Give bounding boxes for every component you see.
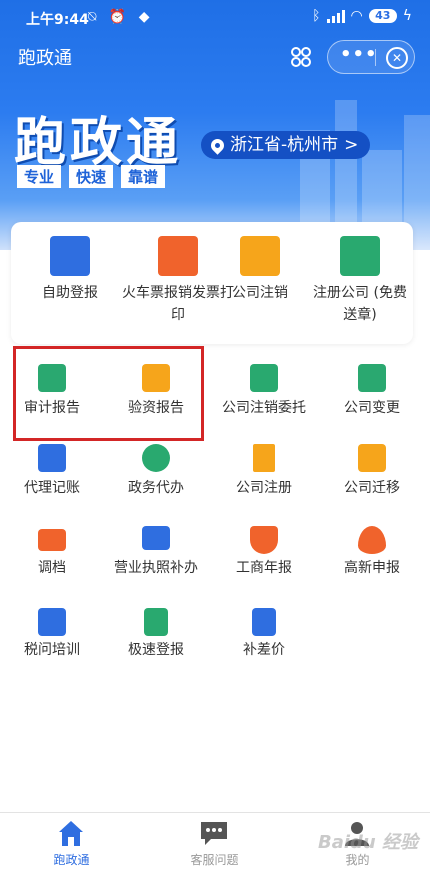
shield-icon [250,526,278,554]
service-tax-training[interactable]: 税问培训 [0,608,104,668]
service-high-tech-declaration[interactable]: 高新申报 [320,526,424,586]
capsule-divider [375,49,376,66]
service-company-migration[interactable]: 公司迁移 [320,444,424,504]
service-cancel-entrust[interactable]: 公司注销委托 [208,364,320,424]
service-annual-report[interactable]: 工商年报 [208,526,320,586]
train-icon [158,236,198,276]
chat-icon [201,822,227,845]
tab-customer-service[interactable]: 客服问题 [143,813,286,871]
service-company-registration[interactable]: 公司注册 [208,444,320,504]
mini-program-capsule: ••• ✕ [327,40,415,74]
service-price-difference[interactable]: 补差价 [208,608,320,668]
nav-bar: 跑政通 ••• ✕ [0,36,430,80]
brand-tag: 靠谱 [121,165,166,188]
location-selector[interactable]: 浙江省-杭州市 > [201,131,371,159]
chevron-right-icon: > [344,135,359,155]
newspaper-icon [50,236,90,276]
flame-icon [358,526,386,554]
briefcase-move-icon [358,444,386,472]
status-notification-icons: ⍉ ⏰ ◆ [88,9,154,25]
charging-icon: ϟ [402,8,412,24]
service-label: 政务代办 [128,480,184,496]
service-label: 调档 [38,560,66,576]
service-label: 营业执照补办 [114,560,198,576]
status-bar: 上午9:44 ⍉ ⏰ ◆ ᛒ ◠ 43 ϟ [0,0,430,36]
briefcase-clock-icon [240,236,280,276]
bluetooth-icon: ᛒ [312,8,321,24]
briefcase-icon [340,236,380,276]
home-icon [59,821,83,846]
service-label: 高新申报 [344,560,400,576]
close-button[interactable]: ✕ [386,47,408,69]
layers-icon [38,608,66,636]
location-pin-icon [208,135,227,155]
service-label: 公司注销委托 [222,400,306,416]
bookkeeping-icon [38,444,66,472]
page-title: 跑政通 [18,48,72,69]
tab-home[interactable]: 跑政通 [0,813,143,871]
signal-icon [326,9,345,23]
highlight-box [13,346,204,441]
service-self-newspaper[interactable]: 自助登报 [20,236,120,336]
wifi-icon: ◠ [350,8,363,24]
license-icon [142,526,170,550]
service-file-transfer[interactable]: 调档 [0,526,104,586]
change-icon [358,364,386,392]
tab-label: 客服问题 [190,853,239,867]
service-government-agency[interactable]: 政务代办 [104,444,208,504]
document-icon [144,608,168,636]
battery-icon: 43 [368,9,397,23]
scan-icon[interactable] [288,45,314,71]
service-company-register-free-seal[interactable]: 注册公司 (免费送章) [310,236,410,336]
service-company-cancel[interactable]: 公司注销 [210,236,310,336]
service-bookkeeping[interactable]: 代理记账 [0,444,104,504]
service-label: 公司迁移 [344,480,400,496]
service-license-reissue[interactable]: 营业执照补办 [104,526,208,586]
header-banner: 上午9:44 ⍉ ⏰ ◆ ᛒ ◠ 43 ϟ 跑政通 ••• ✕ 跑政通 专业 快… [0,0,430,250]
briefcase-clock-icon [250,364,278,392]
more-button[interactable]: ••• [340,44,377,65]
service-label: 公司注销 [232,285,288,301]
service-fast-newspaper[interactable]: 极速登报 [104,608,208,668]
status-time: 上午9:44 [26,12,89,28]
brand-tags: 专业 快速 靠谱 [17,165,166,188]
service-label: 公司变更 [344,400,400,416]
watermark: Baidu 经验 [318,832,419,853]
service-company-change[interactable]: 公司变更 [320,364,424,424]
building-icon [253,444,275,472]
service-label: 注册公司 (免费送章) [313,285,407,323]
service-label: 工商年报 [236,560,292,576]
location-label: 浙江省-杭州市 [230,135,339,155]
tab-label: 跑政通 [53,853,90,867]
service-label: 公司注册 [236,480,292,496]
brand-tag: 专业 [17,165,62,188]
brand-title: 跑政通 [14,113,183,173]
service-label: 补差价 [243,642,285,658]
brand-tag: 快速 [69,165,114,188]
id-card-icon [38,529,66,551]
price-add-icon [252,608,276,636]
service-label: 自助登报 [42,285,98,301]
service-label: 极速登报 [128,642,184,658]
runner-icon [142,444,170,472]
service-label: 税问培训 [24,642,80,658]
service-label: 代理记账 [24,480,80,496]
